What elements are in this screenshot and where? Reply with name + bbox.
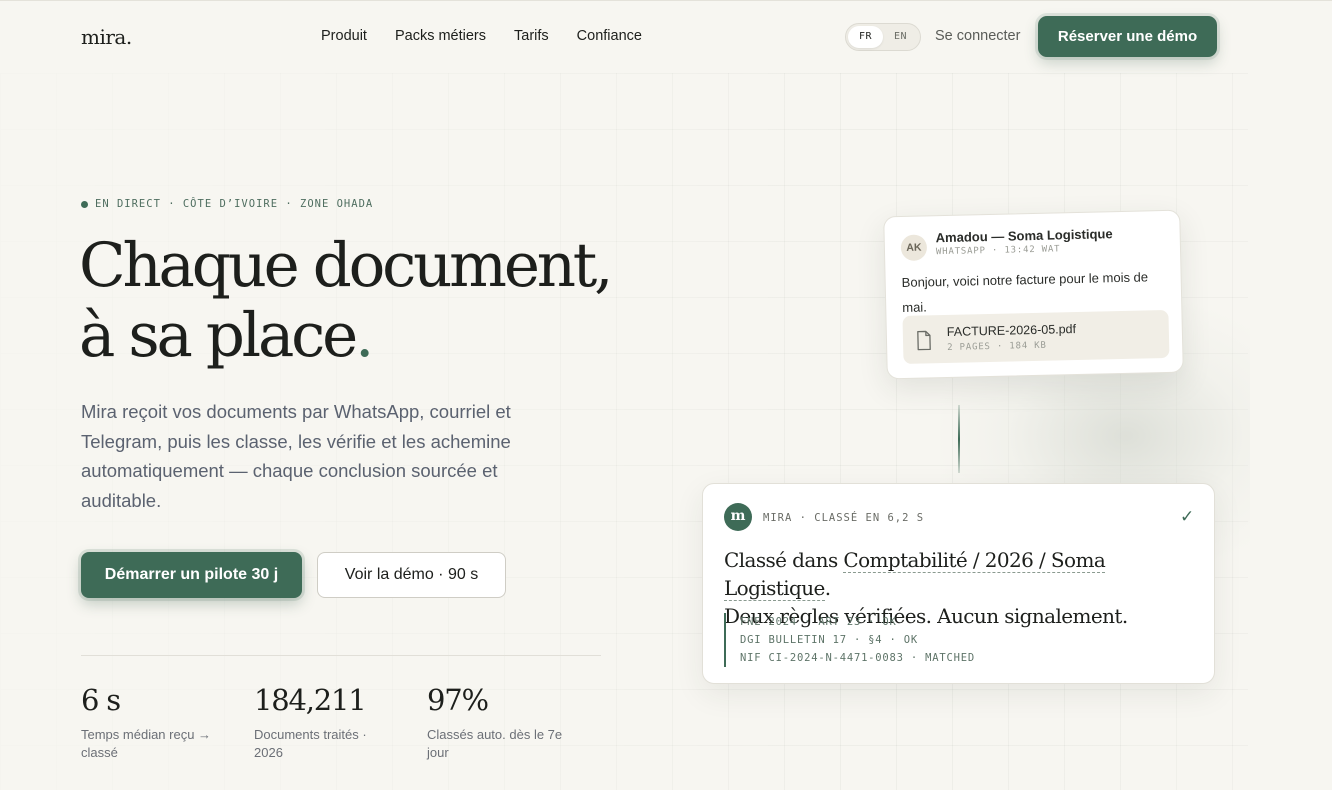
book-demo-button[interactable]: Réserver une démo xyxy=(1038,16,1217,57)
nav-item-tarifs[interactable]: Tarifs xyxy=(514,28,549,44)
stats-divider xyxy=(81,655,601,656)
stat-value: 97% xyxy=(427,683,489,717)
stat-label: Temps médian reçu → classé xyxy=(81,727,212,760)
hero-lede: Mira reçoit vos documents par WhatsApp, … xyxy=(81,401,511,511)
stat-median-time: 6 s Temps médian reçu → classé xyxy=(81,683,221,762)
file-meta: 2 PAGES · 184 KB xyxy=(947,340,1047,353)
sender-avatar: AK xyxy=(900,234,928,261)
language-switcher: FR EN xyxy=(845,23,921,51)
file-name: FACTURE-2026-05.pdf xyxy=(946,322,1077,339)
headline-line-2: à sa place xyxy=(79,300,358,371)
file-icon xyxy=(917,330,931,351)
incoming-message-card: AK Amadou — Soma Logistique WHATSAPP · 1… xyxy=(883,209,1184,380)
start-pilot-button[interactable]: Démarrer un pilote 30 j xyxy=(81,552,302,598)
message-meta: WHATSAPP · 13:42 WAT xyxy=(935,244,1061,258)
result-suffix: . xyxy=(824,576,831,600)
lang-option-fr[interactable]: FR xyxy=(848,26,883,48)
live-eyebrow: EN DIRECT · CÔTE D’IVOIRE · ZONE OHADA xyxy=(81,198,373,210)
rule-item: FNE 2024 · ART 23 · OK xyxy=(740,616,897,628)
mira-avatar: m xyxy=(724,503,752,531)
brand-logo[interactable]: mira. xyxy=(81,25,132,49)
watch-demo-button[interactable]: Voir la démo · 90 s xyxy=(317,552,506,598)
nav-item-produit[interactable]: Produit xyxy=(321,28,367,44)
eyebrow-text: EN DIRECT · CÔTE D’IVOIRE · ZONE OHADA xyxy=(95,198,374,210)
sender-name: Amadou — Soma Logistique xyxy=(935,226,1113,246)
headline-line-1: Chaque document, xyxy=(79,230,614,301)
lang-option-en[interactable]: EN xyxy=(883,26,918,48)
login-link[interactable]: Se connecter xyxy=(935,28,1020,44)
nav-item-packs-metiers[interactable]: Packs métiers xyxy=(395,28,486,44)
classification-result-card: m MIRA · CLASSÉ EN 6,2 S ✓ Classé dans C… xyxy=(702,483,1215,684)
rule-item: DGI BULLETIN 17 · §4 · OK xyxy=(740,634,919,646)
hero-headline: Chaque document, à sa place. xyxy=(79,230,614,371)
verified-rules-list: FNE 2024 · ART 23 · OK DGI BULLETIN 17 ·… xyxy=(724,613,975,667)
stat-value: 6 s xyxy=(81,683,121,717)
stat-value: 184,211 xyxy=(254,683,367,717)
result-meta: MIRA · CLASSÉ EN 6,2 S xyxy=(763,512,925,524)
flow-connector xyxy=(958,405,960,473)
stat-label: Classés auto. dès le 7e jour xyxy=(427,727,563,760)
main-nav: Produit Packs métiers Tarifs Confiance xyxy=(321,28,642,44)
stat-auto-classified: 97% Classés auto. dès le 7e jour xyxy=(427,683,567,762)
stat-label: Documents traités · 2026 xyxy=(254,727,367,760)
live-dot-icon xyxy=(81,200,88,208)
check-icon: ✓ xyxy=(1180,507,1195,526)
nav-item-confiance[interactable]: Confiance xyxy=(577,28,642,44)
file-attachment[interactable]: FACTURE-2026-05.pdf 2 PAGES · 184 KB xyxy=(902,309,1170,364)
result-prefix: Classé dans xyxy=(724,548,844,572)
rule-item: NIF CI-2024-N-4471-0083 · MATCHED xyxy=(740,652,976,664)
stat-documents-processed: 184,211 Documents traités · 2026 xyxy=(254,683,394,762)
headline-accent-dot: . xyxy=(355,300,374,371)
